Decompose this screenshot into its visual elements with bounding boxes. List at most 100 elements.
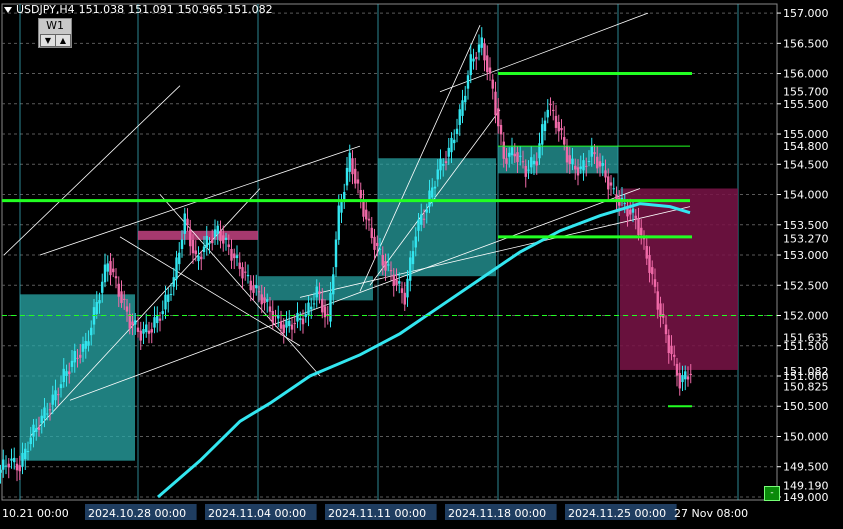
candle-body (447, 147, 450, 157)
candle-body (296, 312, 299, 322)
candle-body (373, 236, 376, 250)
candle-body (546, 109, 549, 118)
candle-body (648, 255, 651, 273)
candle-body (367, 218, 371, 221)
candle-body (213, 229, 217, 237)
candle-body (131, 321, 134, 326)
candle-body (510, 147, 514, 156)
candle-body (142, 329, 145, 334)
candle-body (538, 143, 541, 159)
price-tick-label: 153.000 (783, 249, 829, 262)
candle-body (230, 248, 233, 261)
candle-body (450, 137, 453, 153)
price-tick-label: 149.500 (783, 461, 829, 474)
candle-body (455, 128, 459, 135)
time-label: 2024.10.28 00:00 (88, 507, 186, 520)
supply-zone (620, 188, 738, 370)
candle-body (216, 225, 219, 234)
candle-body (505, 158, 508, 164)
candle-body (444, 161, 448, 164)
candle-body (57, 394, 60, 396)
candle-body (659, 303, 662, 317)
candle-body (139, 330, 142, 341)
candle-body (442, 163, 445, 166)
minus-icon[interactable]: - (764, 486, 780, 501)
candle-body (189, 229, 192, 247)
candle-body (208, 242, 211, 244)
candle-body (18, 465, 21, 472)
candle-body (299, 318, 302, 321)
candle-body (340, 201, 343, 213)
candle-body (486, 55, 489, 73)
triangle-up-icon[interactable]: ▲ (55, 34, 71, 47)
candle-body (389, 270, 393, 272)
candle-body (609, 182, 613, 186)
candle-body (392, 274, 395, 286)
timeframe-panel[interactable]: W1 ▼ ▲ (38, 18, 72, 48)
candle-body (285, 320, 288, 328)
candle-body (439, 158, 442, 171)
demand-zone (258, 276, 373, 301)
candle-body (233, 253, 236, 259)
candle-body (425, 209, 428, 213)
candle-body (222, 235, 225, 244)
candle-body (543, 120, 547, 132)
candle-body (15, 463, 19, 471)
close-value: 151.082 (227, 3, 273, 16)
candle-body (596, 156, 599, 169)
candle-body (502, 141, 505, 159)
candle-body (403, 292, 406, 305)
candle-body (554, 115, 558, 128)
candle-body (436, 169, 439, 180)
chart-header: USDJPY,H4 151.038 151.091 150.965 151.082 (4, 3, 277, 16)
candle-body (219, 230, 222, 242)
price-chart-svg[interactable]: 157.000 156.500 156.000 155.500 155.000 154.5… (0, 0, 843, 525)
candle-body (125, 306, 129, 312)
time-label: 2024.11.18 00:00 (448, 507, 546, 520)
candle-body (70, 360, 74, 367)
candle-body (79, 354, 82, 358)
candle-body (307, 302, 310, 316)
candle-body (200, 256, 203, 260)
candle-body (197, 255, 200, 262)
candle-body (337, 205, 340, 240)
candle-body (552, 109, 555, 112)
candle-body (428, 190, 431, 207)
candle-body (156, 315, 159, 324)
menu-triangle-icon[interactable] (4, 7, 12, 13)
candle-body (499, 124, 503, 135)
price-label: 151.635 (783, 332, 829, 345)
price-label: 155.700 (783, 86, 829, 99)
candle-body (417, 219, 420, 231)
candle-body (169, 293, 173, 295)
candle-body (673, 354, 676, 357)
candle-body (343, 192, 346, 200)
candle-body (345, 167, 349, 186)
candle-body (117, 283, 120, 297)
price-chart[interactable]: 157.000 156.500 156.000 155.500 155.000 154.5… (0, 0, 843, 525)
candle-body (431, 187, 434, 198)
price-tick-label: 155.500 (783, 98, 829, 111)
candle-body (587, 160, 591, 162)
price-tick-label: 155.000 (783, 128, 829, 141)
candle-body (227, 244, 230, 248)
candle-body (629, 209, 632, 215)
candle-body (409, 257, 412, 281)
candle-body (378, 248, 382, 250)
candle-body (686, 376, 690, 380)
candle-body (334, 239, 338, 268)
candle-body (167, 294, 170, 302)
candle-body (516, 152, 519, 163)
candle-body (527, 169, 530, 171)
candle-body (348, 152, 351, 172)
candle-body (414, 236, 417, 248)
candle-body (321, 298, 324, 313)
price-label: 150.825 (783, 381, 829, 394)
candle-body (461, 100, 464, 116)
candle-body (4, 465, 8, 467)
triangle-down-icon[interactable]: ▼ (40, 34, 56, 47)
candle-body (406, 278, 409, 298)
candle-body (675, 363, 679, 376)
price-label: 154.800 (783, 140, 829, 153)
candle-body (400, 288, 404, 293)
